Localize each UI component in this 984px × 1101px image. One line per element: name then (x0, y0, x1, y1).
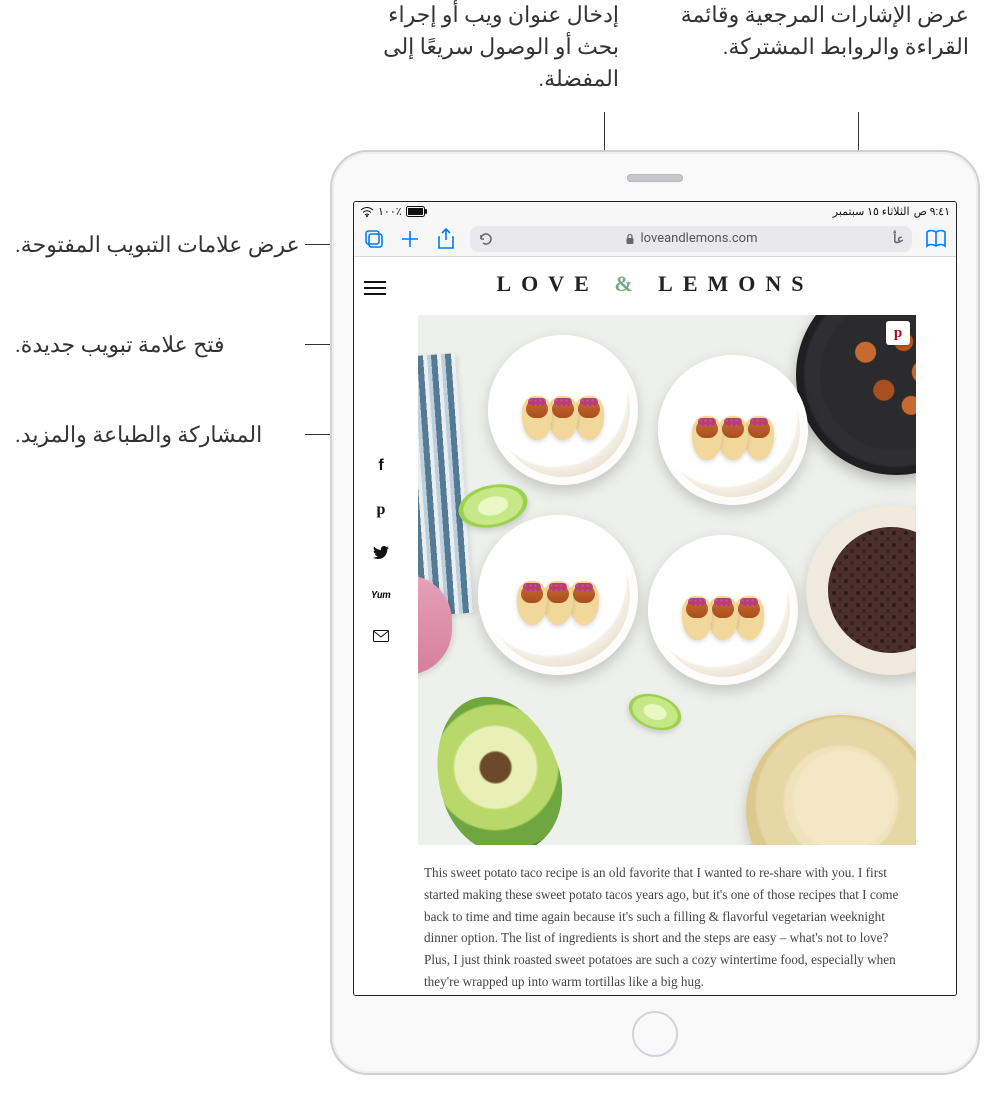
callout-text: فتح علامة تبويب جديدة. (15, 333, 225, 358)
twitter-icon[interactable] (373, 545, 389, 564)
callout-text: المشاركة والطباعة والمزيد. (15, 423, 262, 448)
pinterest-icon[interactable]: p (377, 501, 386, 519)
site-menu-button[interactable] (364, 277, 386, 299)
taco-plate-illustration (648, 535, 798, 685)
tabs-button[interactable] (362, 227, 386, 251)
callout-text: عرض الإشارات المرجعية وقائمة القراءة وال… (681, 3, 969, 60)
article-body: This sweet potato taco recipe is an old … (424, 862, 912, 993)
share-button[interactable] (434, 227, 458, 251)
lime-illustration (624, 687, 686, 736)
book-icon (925, 229, 947, 249)
bookmarks-button[interactable] (924, 227, 948, 251)
webpage-content: LOVE & LEMONS (354, 257, 956, 995)
callout-newtab: فتح علامة تبويب جديدة. (15, 330, 300, 362)
ipad-speaker (627, 174, 683, 182)
reload-icon (478, 231, 494, 247)
beans-bowl-illustration (806, 505, 916, 675)
callout-share: المشاركة والطباعة والمزيد. (15, 420, 300, 452)
site-title-post: LEMONS (658, 271, 813, 296)
site-title: LOVE & LEMONS (354, 257, 956, 307)
ipad-screen: ٪١٠٠ ٩:٤١ ص الثلاثاء ١٥ سبتمبر (354, 202, 956, 995)
taco-plate-illustration (478, 515, 638, 675)
share-icon (436, 228, 456, 250)
home-button[interactable] (632, 1011, 678, 1057)
avocado-illustration (418, 695, 558, 845)
hero-image: p (418, 315, 916, 845)
facebook-icon[interactable]: f (378, 457, 383, 475)
safari-toolbar: loveandlemons.com عأ (354, 221, 956, 257)
napkin-illustration (418, 353, 473, 617)
plus-icon (399, 228, 421, 250)
new-tab-button[interactable] (398, 227, 422, 251)
callout-bookmarks: عرض الإشارات المرجعية وقائمة القراءة وال… (639, 0, 969, 64)
tortillas-illustration (746, 715, 916, 845)
url-text: loveandlemons.com (641, 231, 758, 246)
pinterest-save-button[interactable]: p (886, 321, 910, 345)
taco-plate-illustration (658, 355, 808, 505)
reader-toggle[interactable]: عأ (893, 232, 904, 246)
lock-icon (625, 233, 635, 245)
mail-icon[interactable] (373, 627, 389, 646)
status-bar: ٪١٠٠ ٩:٤١ ص الثلاثاء ١٥ سبتمبر (354, 202, 956, 221)
social-share-list: f p Yum (369, 457, 393, 646)
tabs-icon (363, 228, 385, 250)
battery-pct: ٪١٠٠ (378, 205, 402, 218)
site-title-pre: LOVE (496, 271, 598, 296)
url-bar[interactable]: loveandlemons.com عأ (470, 226, 912, 252)
taco-plate-illustration (488, 335, 638, 485)
pinterest-icon: p (894, 325, 902, 342)
wifi-icon (360, 207, 374, 217)
callout-text: إدخال عنوان ويب أو إجراء بحث أو الوصول س… (383, 3, 619, 92)
battery-icon (406, 206, 428, 217)
status-date: الثلاثاء ١٥ سبتمبر (833, 205, 910, 218)
ipad-device: ٪١٠٠ ٩:٤١ ص الثلاثاء ١٥ سبتمبر (330, 150, 980, 1075)
reload-button[interactable] (478, 231, 494, 247)
callout-text: عرض علامات التبويب المفتوحة. (15, 233, 300, 258)
status-time: ٩:٤١ ص (914, 205, 950, 218)
callout-search: إدخال عنوان ويب أو إجراء بحث أو الوصول س… (349, 0, 619, 96)
yum-icon[interactable]: Yum (371, 590, 391, 601)
callout-tabs: عرض علامات التبويب المفتوحة. (15, 230, 300, 262)
site-title-amp: & (614, 271, 642, 296)
